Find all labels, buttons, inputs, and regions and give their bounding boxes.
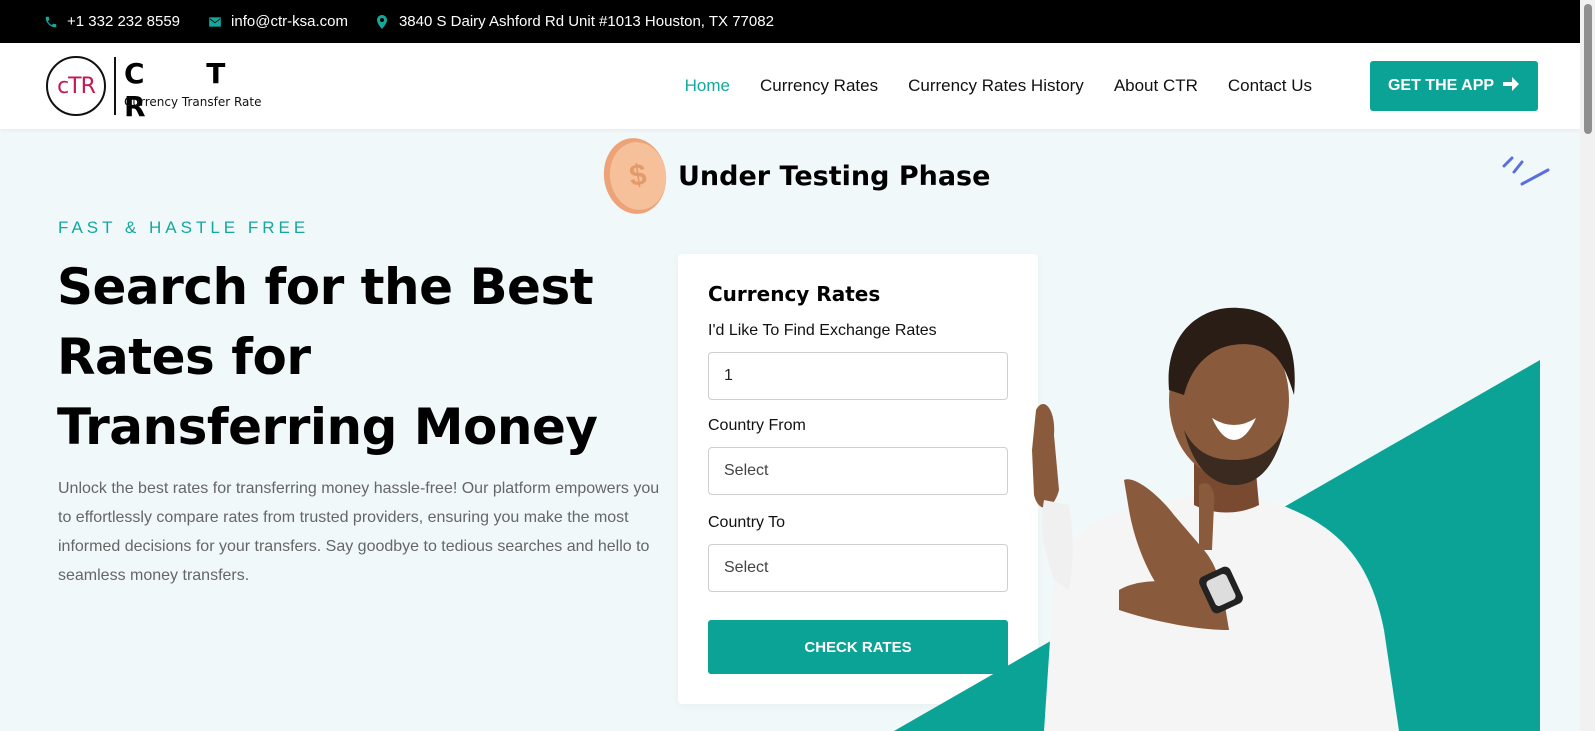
logo-name: C T R <box>124 57 252 123</box>
hero-headline: Search for the Best Rates for Transferri… <box>57 258 598 456</box>
email-contact[interactable]: info@ctr-ksa.com <box>208 13 348 30</box>
envelope-icon <box>208 15 222 29</box>
address-text: 3840 S Dairy Ashford Rd Unit #1013 Houst… <box>398 13 774 30</box>
decorative-strokes-icon <box>1502 156 1550 186</box>
country-to-label: Country To <box>708 514 786 531</box>
country-from-label: Country From <box>708 417 806 434</box>
ctr-logo[interactable]: cTR C T R Currency Transfer Rate <box>46 55 262 123</box>
nav-currency-rates-history[interactable]: Currency Rates History <box>908 76 1084 96</box>
hero-eyebrow: FAST & HASTLE FREE <box>58 218 310 237</box>
nav-home[interactable]: Home <box>685 76 730 96</box>
arrow-right-icon <box>1502 75 1520 98</box>
phone-icon <box>44 15 58 29</box>
card-title: Currency Rates <box>708 282 881 306</box>
address-contact: 3840 S Dairy Ashford Rd Unit #1013 Houst… <box>376 13 774 30</box>
nav-currency-rates[interactable]: Currency Rates <box>760 76 878 96</box>
get-the-app-label: GET THE APP <box>1387 77 1495 94</box>
phone-text: +1 332 232 8559 <box>67 13 181 30</box>
phone-contact[interactable]: +1 332 232 8559 <box>44 13 180 30</box>
testing-label: Under Testing Phase <box>678 160 991 192</box>
dollar-coin-icon: $ <box>599 134 671 218</box>
testing-notice: $ Under Testing Phase <box>599 134 991 218</box>
site-header: cTR C T R Currency Transfer Rate Home Cu… <box>0 43 1595 129</box>
main-nav: Home Currency Rates Currency Rates Histo… <box>655 43 1312 129</box>
get-the-app-button[interactable]: GET THE APP <box>1370 61 1538 111</box>
hero-description: Unlock the best rates for transferring m… <box>58 480 660 584</box>
hero-person-illustration <box>894 307 1540 731</box>
page-scrollbar-thumb[interactable] <box>1584 4 1592 134</box>
top-contact-bar: +1 332 232 8559 info@ctr-ksa.com 3840 S … <box>0 0 1595 43</box>
email-text: info@ctr-ksa.com <box>231 13 348 30</box>
logo-mark: cTR <box>46 56 106 116</box>
nav-about-ctr[interactable]: About CTR <box>1114 76 1198 96</box>
logo-divider <box>114 57 116 115</box>
map-pin-icon <box>376 14 390 29</box>
nav-contact-us[interactable]: Contact Us <box>1228 76 1312 96</box>
logo-tagline: Currency Transfer Rate <box>124 95 262 109</box>
